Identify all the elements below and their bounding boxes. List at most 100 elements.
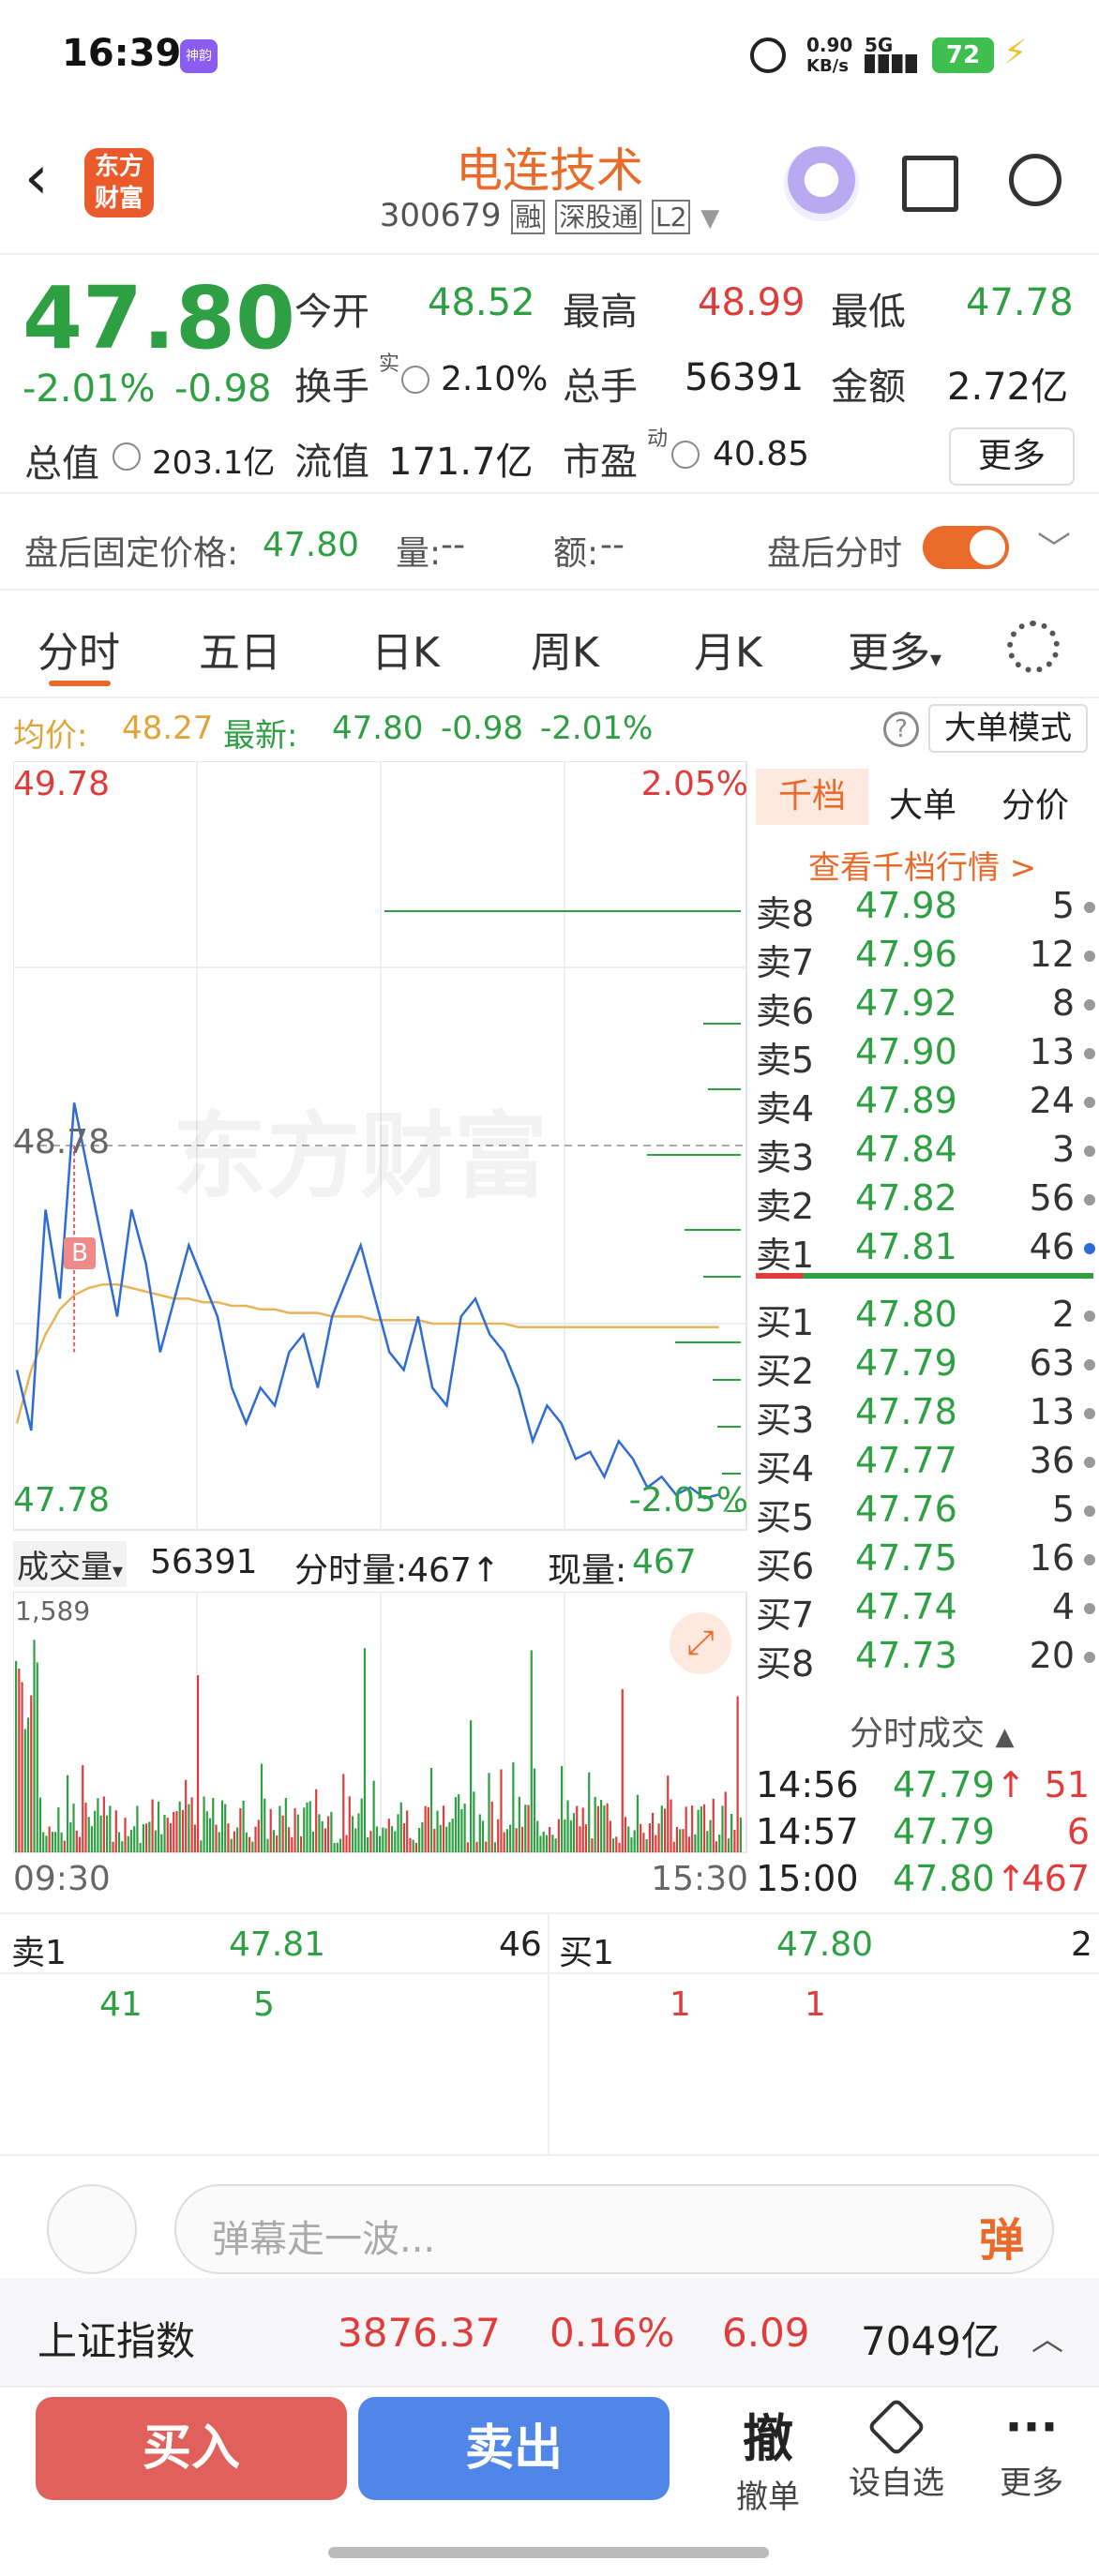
tab-monthly-k[interactable]: 月K: [694, 619, 762, 679]
volume-bar: [429, 1768, 433, 1852]
volume-bar: [672, 1841, 675, 1852]
ask-level: 卖7: [756, 942, 815, 983]
volume-bar: [503, 1832, 505, 1852]
trades-title[interactable]: 分时成交 ▲: [850, 1706, 1014, 1755]
ask-row[interactable]: 卖1 47.81 46: [756, 1226, 1099, 1276]
volume-bar: [687, 1836, 690, 1852]
signal-icon: [865, 54, 917, 73]
help-icon[interactable]: ?: [883, 711, 919, 747]
danmu-placeholder: 弹幕走一波...: [212, 2218, 436, 2261]
ask-row[interactable]: 卖5 47.90 13: [756, 1031, 1099, 1081]
ask-row[interactable]: 卖7 47.96 12: [756, 934, 1099, 983]
cancel-order-item[interactable]: 撤 撤单: [716, 2397, 820, 2517]
bid-price: 47.80: [855, 1294, 957, 1335]
bid-qty: 2: [1051, 1294, 1075, 1335]
search-icon[interactable]: [1009, 154, 1061, 206]
ask-row[interactable]: 卖4 47.89 24: [756, 1080, 1099, 1130]
trade-price: 47.80: [893, 1858, 995, 1899]
ask-row[interactable]: 卖8 47.98 5: [756, 885, 1099, 935]
mktcap-value: 203.1亿: [152, 444, 276, 482]
volume-bar: [715, 1841, 718, 1852]
volume-bar: [21, 1682, 23, 1852]
more-item[interactable]: ··· 更多: [975, 2397, 1088, 2503]
chevron-down-icon[interactable]: ﹀: [1037, 522, 1071, 571]
buy-button[interactable]: 买入: [36, 2397, 347, 2500]
bid-row[interactable]: 买6 47.75 16: [756, 1537, 1099, 1587]
volume-bar: [121, 1841, 124, 1852]
volume-bar: [624, 1817, 627, 1852]
ask-row[interactable]: 卖6 47.92 8: [756, 982, 1099, 1032]
tab-daily-k[interactable]: 日K: [371, 619, 440, 679]
dropdown-icon[interactable]: ▼: [700, 204, 719, 232]
volume-bar: [618, 1842, 621, 1852]
volume-bar: [718, 1835, 721, 1852]
volume-bar: [414, 1842, 417, 1852]
bid-row[interactable]: 买7 47.74 4: [756, 1586, 1099, 1636]
volume-bar: [315, 1789, 318, 1852]
tab-five-day[interactable]: 五日: [199, 619, 281, 679]
volume-bar: [351, 1816, 354, 1852]
volume-bar: [642, 1833, 645, 1852]
volume-bar: [694, 1834, 697, 1852]
bid-qty: 5: [1051, 1489, 1075, 1530]
ob-tab-big[interactable]: 大单: [889, 778, 956, 827]
tab-intraday[interactable]: 分时: [38, 619, 120, 679]
volume-bar: [554, 1838, 557, 1852]
volume-bar: [369, 1831, 372, 1852]
index-value: 3876.37: [338, 2310, 501, 2356]
share-icon[interactable]: [902, 156, 958, 212]
volume-bar: [303, 1807, 306, 1852]
now-volume-label: 现量:: [548, 1551, 627, 1590]
mktcap-label: 总值: [24, 442, 99, 486]
ob-tab-depth[interactable]: 千档: [756, 769, 868, 825]
more-button[interactable]: 更多: [949, 427, 1075, 486]
robot-assistant-icon[interactable]: [784, 146, 859, 221]
ask-level: 卖5: [756, 1040, 815, 1081]
volume-bar: [148, 1821, 151, 1852]
bid-row[interactable]: 买5 47.76 5: [756, 1489, 1099, 1538]
tab-more[interactable]: 更多▾: [848, 619, 941, 679]
danmu-input[interactable]: 弹幕走一波... 弹: [174, 2184, 1054, 2274]
volume-bar: [515, 1828, 518, 1852]
volume-selector[interactable]: 成交量▾: [13, 1541, 128, 1587]
volume-bar: [75, 1830, 78, 1852]
big-order-mode-button[interactable]: 大单模式: [928, 704, 1088, 753]
expand-icon[interactable]: ⤢: [670, 1612, 731, 1674]
pe-value: 40.85: [713, 435, 810, 473]
add-watchlist-item[interactable]: 设自选: [840, 2397, 953, 2503]
trade-time: 14:56: [756, 1764, 859, 1805]
bid-row[interactable]: 买4 47.77 36: [756, 1440, 1099, 1490]
ask-row[interactable]: 卖3 47.84 3: [756, 1129, 1099, 1178]
volume-bar: [615, 1836, 618, 1852]
tab-more-label: 更多: [848, 629, 930, 677]
trade-list: 14:56 47.79 ↑ 51 14:57 47.79 6 15:00 47.80 ↑ 467: [756, 1764, 1099, 1905]
volume-bar: [327, 1816, 330, 1852]
after-hours-toggle[interactable]: [923, 526, 1009, 569]
ask-row[interactable]: 卖2 47.82 56: [756, 1177, 1099, 1227]
danmu-list-icon[interactable]: [47, 2184, 137, 2274]
pct-low-label: -2.05%: [628, 1481, 748, 1520]
tab-weekly-k[interactable]: 周K: [531, 619, 599, 679]
gear-icon[interactable]: [1007, 621, 1060, 673]
bid-row[interactable]: 买1 47.80 2: [756, 1294, 1099, 1343]
ob-tab-price[interactable]: 分价: [1001, 778, 1069, 827]
danmu-send-icon[interactable]: 弹: [979, 2203, 1024, 2269]
bid-level: 买2: [756, 1351, 815, 1392]
index-ticker[interactable]: 上证指数 3876.37 0.16% 6.09 7049亿 ︿: [0, 2278, 1099, 2386]
bid-row[interactable]: 买2 47.79 63: [756, 1342, 1099, 1392]
depth-link[interactable]: 查看千档行情 >: [808, 842, 1036, 888]
volume-bar: [321, 1820, 324, 1852]
bid-row[interactable]: 买8 47.73 20: [756, 1635, 1099, 1685]
volume-bar: [375, 1826, 378, 1852]
volume-bar: [667, 1775, 670, 1852]
volume-bar: [557, 1819, 560, 1852]
bid-row[interactable]: 买3 47.78 13: [756, 1391, 1099, 1441]
sell-button[interactable]: 卖出: [358, 2397, 670, 2500]
intraday-chart[interactable]: 49.78 2.05% 48.78 47.78 -2.05% 东方财富 B: [13, 761, 748, 1534]
volume-value: 56391: [685, 356, 805, 399]
chevron-up-icon[interactable]: ︿: [1031, 2314, 1063, 2359]
volume-bar: [470, 1720, 473, 1852]
volume-bar: [727, 1838, 730, 1852]
ask-dot-icon: [1084, 1048, 1095, 1059]
y-mid-label: 48.78: [13, 1123, 111, 1161]
